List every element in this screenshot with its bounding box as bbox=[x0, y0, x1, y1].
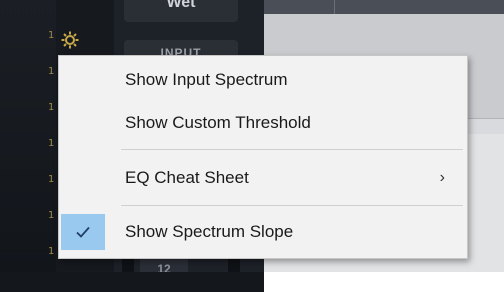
scale-mark: 1 bbox=[48, 210, 55, 221]
menu-item-show-spectrum-slope[interactable]: Show Spectrum Slope bbox=[61, 214, 465, 250]
scale-mark: 1 bbox=[48, 30, 55, 41]
scale-mark: 1 bbox=[48, 66, 55, 77]
scale-mark: 1 bbox=[48, 246, 55, 257]
menu-item-eq-cheat-sheet[interactable]: EQ Cheat Sheet › bbox=[61, 160, 465, 196]
checkmark-icon bbox=[76, 226, 90, 238]
menu-item-show-input-spectrum[interactable]: Show Input Spectrum bbox=[61, 62, 465, 98]
context-menu: Show Input Spectrum Show Custom Threshol… bbox=[58, 55, 468, 259]
spectrum-header bbox=[264, 0, 504, 14]
menu-separator bbox=[121, 149, 463, 150]
bottom-dark-strip bbox=[0, 272, 264, 292]
menu-separator bbox=[121, 205, 463, 206]
scale-mark: 1 bbox=[48, 102, 55, 113]
wet-button[interactable]: Wet bbox=[124, 0, 238, 22]
gear-icon[interactable] bbox=[60, 30, 80, 50]
plugin-window: 1 1 1 1 1 1 1 Wet INPUT 12 Show Input Sp… bbox=[0, 0, 504, 292]
menu-item-label: EQ Cheat Sheet bbox=[125, 168, 249, 187]
check-highlight bbox=[61, 214, 105, 250]
menu-item-label: Show Custom Threshold bbox=[125, 113, 311, 132]
scale-mark: 1 bbox=[48, 138, 55, 149]
chevron-right-icon: › bbox=[439, 169, 445, 186]
menu-item-show-custom-threshold[interactable]: Show Custom Threshold bbox=[61, 105, 465, 141]
scale-mark: 1 bbox=[48, 174, 55, 185]
menu-item-label: Show Input Spectrum bbox=[125, 70, 288, 89]
menu-item-label: Show Spectrum Slope bbox=[125, 222, 294, 241]
